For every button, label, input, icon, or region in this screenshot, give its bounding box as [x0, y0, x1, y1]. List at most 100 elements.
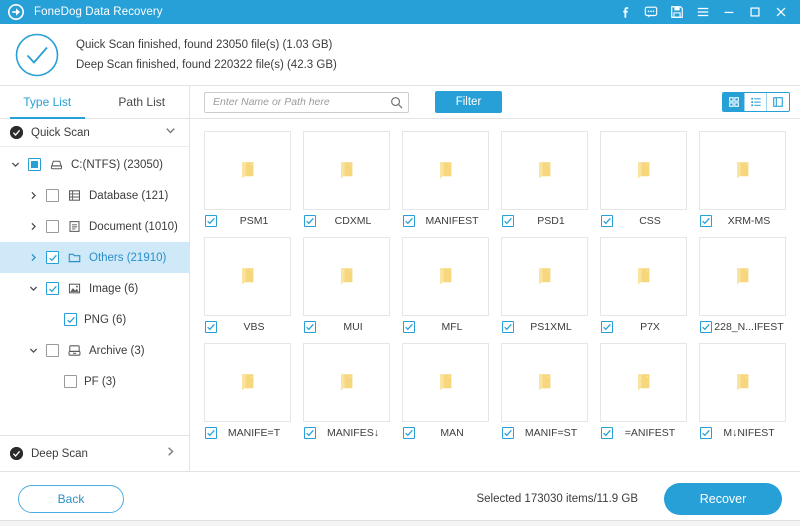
file-thumbnail[interactable]: [501, 237, 588, 316]
tree-item-checkbox[interactable]: [64, 313, 77, 326]
tree-item-checkbox[interactable]: [28, 158, 41, 171]
tree-item-checkbox[interactable]: [46, 344, 59, 357]
tab-type-list[interactable]: Type List: [0, 86, 95, 119]
chevron-right-icon[interactable]: [26, 190, 40, 201]
chevron-right-icon[interactable]: [26, 221, 40, 232]
deep-scan-section-header[interactable]: Deep Scan: [0, 435, 189, 471]
close-icon[interactable]: [768, 0, 794, 24]
file-tile[interactable]: MANIFEST: [396, 131, 495, 232]
file-tile-checkbox[interactable]: [601, 321, 613, 333]
file-tile-checkbox[interactable]: [205, 321, 217, 333]
file-tile-checkbox[interactable]: [502, 427, 514, 439]
file-thumbnail[interactable]: [303, 131, 390, 210]
file-tile[interactable]: VBS: [198, 237, 297, 338]
file-tile-checkbox[interactable]: [304, 215, 316, 227]
file-tile[interactable]: MANIFE=T: [198, 343, 297, 444]
tree-item-checkbox[interactable]: [46, 189, 59, 202]
file-thumbnail[interactable]: [600, 343, 687, 422]
file-tile[interactable]: MUI: [297, 237, 396, 338]
file-thumbnail[interactable]: [699, 237, 786, 316]
file-tile-checkbox[interactable]: [304, 427, 316, 439]
quick-scan-section-header[interactable]: Quick Scan: [0, 119, 189, 147]
tree-item-png-6[interactable]: PNG (6): [0, 304, 189, 335]
file-thumbnail[interactable]: [303, 237, 390, 316]
file-thumbnail[interactable]: [600, 131, 687, 210]
file-tile-label: CDXML: [334, 215, 372, 227]
tab-path-list[interactable]: Path List: [95, 86, 190, 118]
file-tile[interactable]: CSS: [594, 131, 693, 232]
file-thumbnail[interactable]: [303, 343, 390, 422]
file-tile-checkbox[interactable]: [700, 427, 712, 439]
tree-item-checkbox[interactable]: [46, 282, 59, 295]
file-tile-checkbox[interactable]: [403, 321, 415, 333]
file-tile[interactable]: MAN: [396, 343, 495, 444]
file-tile[interactable]: MANIFES↓: [297, 343, 396, 444]
maximize-icon[interactable]: [742, 0, 768, 24]
recover-button[interactable]: Recover: [664, 483, 782, 515]
filter-button[interactable]: Filter: [435, 91, 502, 113]
tree-item-archive-3[interactable]: Archive (3): [0, 335, 189, 366]
file-thumbnail[interactable]: [402, 343, 489, 422]
file-thumbnail[interactable]: [204, 131, 291, 210]
file-tile[interactable]: MFL: [396, 237, 495, 338]
search-input[interactable]: [213, 96, 390, 108]
tree-item-pf-3[interactable]: PF (3): [0, 366, 189, 397]
tree-item-checkbox[interactable]: [64, 375, 77, 388]
file-tile-checkbox[interactable]: [502, 215, 514, 227]
file-thumbnail[interactable]: [204, 237, 291, 316]
file-tile[interactable]: MANIF=ST: [495, 343, 594, 444]
file-tile-checkbox[interactable]: [700, 215, 712, 227]
tree-item-document-1010[interactable]: Document (1010): [0, 211, 189, 242]
file-tile-label: 228_N...IFEST: [714, 321, 784, 333]
tree-item-c-ntfs-23050[interactable]: C:(NTFS) (23050): [0, 149, 189, 180]
file-tile[interactable]: PS1XML: [495, 237, 594, 338]
chevron-down-icon[interactable]: [26, 283, 40, 294]
file-thumbnail[interactable]: [600, 237, 687, 316]
file-tile[interactable]: =ANIFEST: [594, 343, 693, 444]
facebook-icon[interactable]: [612, 0, 638, 24]
file-tile-checkbox[interactable]: [601, 215, 613, 227]
tab-type-list-label: Type List: [23, 95, 72, 109]
file-tile-checkbox[interactable]: [502, 321, 514, 333]
search-box[interactable]: [204, 91, 409, 113]
file-tile[interactable]: 228_N...IFEST: [693, 237, 792, 338]
file-tile-checkbox[interactable]: [205, 427, 217, 439]
detail-view-button[interactable]: [767, 93, 789, 111]
file-tile-checkbox[interactable]: [205, 215, 217, 227]
menu-icon[interactable]: [690, 0, 716, 24]
file-tile-checkbox[interactable]: [700, 321, 712, 333]
file-tile[interactable]: CDXML: [297, 131, 396, 232]
file-tile-checkbox[interactable]: [304, 321, 316, 333]
minimize-icon[interactable]: [716, 0, 742, 24]
tree-item-database-121[interactable]: Database (121): [0, 180, 189, 211]
list-view-button[interactable]: [745, 93, 767, 111]
file-tile-checkbox[interactable]: [403, 215, 415, 227]
chevron-down-icon[interactable]: [26, 345, 40, 356]
file-tile[interactable]: P7X: [594, 237, 693, 338]
feedback-chat-icon[interactable]: [638, 0, 664, 24]
file-tile-checkbox[interactable]: [601, 427, 613, 439]
file-thumbnail[interactable]: [402, 237, 489, 316]
tree-item-checkbox[interactable]: [46, 251, 59, 264]
back-button[interactable]: Back: [18, 485, 124, 513]
chevron-right-icon[interactable]: [26, 252, 40, 263]
file-thumbnail[interactable]: [204, 343, 291, 422]
file-thumbnail[interactable]: [699, 131, 786, 210]
file-thumbnail[interactable]: [501, 343, 588, 422]
file-tile[interactable]: PSD1: [495, 131, 594, 232]
save-icon[interactable]: [664, 0, 690, 24]
file-tile[interactable]: XRM-MS: [693, 131, 792, 232]
tree-item-image-6[interactable]: Image (6): [0, 273, 189, 304]
deep-scan-label: Deep Scan: [31, 447, 88, 460]
chevron-down-icon[interactable]: [8, 159, 22, 170]
file-tile-checkbox[interactable]: [403, 427, 415, 439]
tree-item-checkbox[interactable]: [46, 220, 59, 233]
file-tile[interactable]: PSM1: [198, 131, 297, 232]
folder-icon: [436, 266, 456, 288]
file-tile[interactable]: M↓NIFEST: [693, 343, 792, 444]
file-thumbnail[interactable]: [402, 131, 489, 210]
grid-view-button[interactable]: [723, 93, 745, 111]
file-thumbnail[interactable]: [699, 343, 786, 422]
tree-item-others-21910[interactable]: Others (21910): [0, 242, 189, 273]
file-thumbnail[interactable]: [501, 131, 588, 210]
